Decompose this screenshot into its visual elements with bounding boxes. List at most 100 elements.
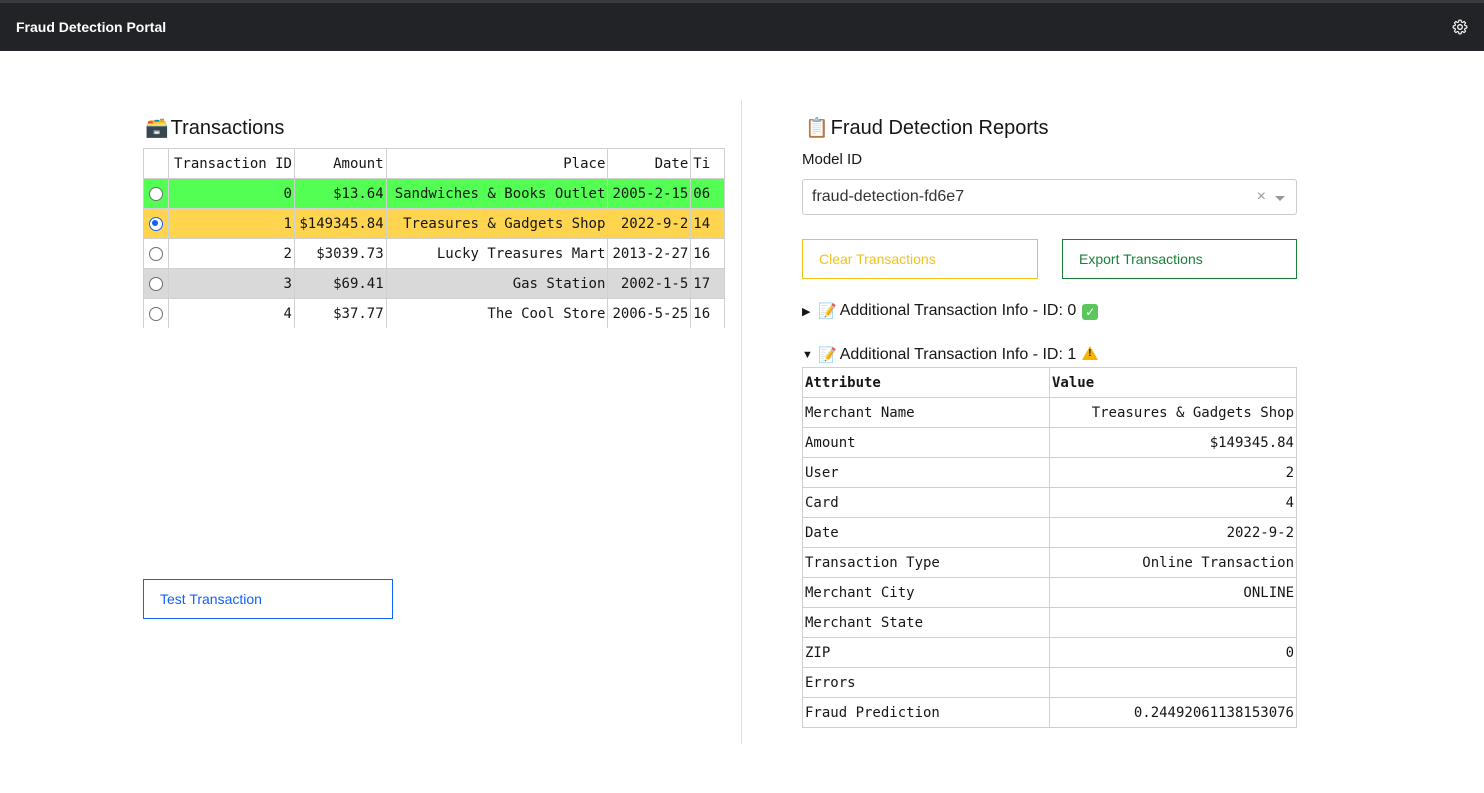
attribute-cell: Card [802, 487, 1050, 518]
cell-amount: $69.41 [293, 268, 387, 299]
row-radio[interactable] [143, 238, 169, 269]
cell-amount: $149345.84 [293, 208, 387, 239]
cell-time: 17 [690, 268, 725, 299]
details-label: Additional Transaction Info - ID: 0 [839, 302, 1077, 319]
table-row[interactable]: 2 $3039.73 Lucky Treasures Mart 2013-2-2… [143, 238, 725, 269]
clear-selection-icon[interactable]: × [1257, 188, 1266, 206]
cell-date: 2013-2-27 [607, 238, 692, 269]
row-radio[interactable] [143, 178, 169, 209]
attribute-cell: Merchant State [802, 607, 1050, 638]
column-header-place[interactable]: Place [385, 148, 609, 179]
top-bar: Fraud Detection Portal [0, 0, 1484, 51]
column-header-select [143, 148, 169, 179]
warning-icon: ! [1082, 346, 1099, 364]
cell-place: Gas Station [385, 268, 609, 299]
transactions-table: Transaction ID Amount Place Date Ti 0 $1… [143, 148, 725, 328]
card-file-box-icon: 🗃️ [145, 118, 169, 139]
cell-time: 06 [690, 178, 725, 209]
attribute-cell: Fraud Prediction [802, 697, 1050, 728]
cell-amount: $3039.73 [293, 238, 387, 269]
caret-right-icon[interactable]: ▶ [802, 305, 818, 318]
cell-id: 0 [167, 178, 295, 209]
attribute-cell: Merchant City [802, 577, 1050, 608]
row-radio[interactable] [143, 298, 169, 328]
cell-date: 2002-1-5 [607, 268, 692, 299]
table-row: Merchant Name Treasures & Gadgets Shop [802, 397, 1297, 428]
cell-place: Sandwiches & Books Outlet [385, 178, 609, 209]
attribute-cell: Merchant Name [802, 397, 1050, 428]
reports-title: Fraud Detection Reports [830, 116, 1049, 139]
cell-place: Lucky Treasures Mart [385, 238, 609, 269]
radio-unselected-icon[interactable] [148, 186, 163, 201]
cell-id: 4 [167, 298, 295, 328]
value-cell: ONLINE [1049, 577, 1297, 608]
value-cell: $149345.84 [1049, 427, 1297, 458]
table-row[interactable]: 3 $69.41 Gas Station 2002-1-5 17 [143, 268, 725, 299]
table-row: Merchant State [802, 607, 1297, 638]
cell-amount: $37.77 [293, 298, 387, 328]
attribute-cell: Errors [802, 667, 1050, 698]
table-header-row: Attribute Value [802, 367, 1297, 398]
cell-id: 2 [167, 238, 295, 269]
details-label: Additional Transaction Info - ID: 1 [839, 346, 1077, 363]
chevron-down-icon[interactable] [1275, 196, 1285, 201]
column-header-attribute: Attribute [802, 367, 1050, 398]
details-summary-id-0[interactable]: ▶ 📝 Additional Transaction Info - ID: 0 … [802, 302, 1099, 320]
value-cell: Online Transaction [1049, 547, 1297, 578]
attribute-cell: Amount [802, 427, 1050, 458]
memo-icon: 📝 [818, 347, 837, 364]
table-row[interactable]: 0 $13.64 Sandwiches & Books Outlet 2005-… [143, 178, 725, 209]
transactions-table-container[interactable]: Transaction ID Amount Place Date Ti 0 $1… [143, 148, 725, 328]
table-row: Errors [802, 667, 1297, 698]
clear-transactions-button[interactable]: Clear Transactions [802, 239, 1038, 279]
table-row[interactable]: 1 $149345.84 Treasures & Gadgets Shop 20… [143, 208, 725, 239]
table-row: Date 2022-9-2 [802, 517, 1297, 548]
panel-divider [741, 100, 742, 744]
cell-date: 2022-9-2 [607, 208, 692, 239]
value-cell: 4 [1049, 487, 1297, 518]
column-header-transaction-id[interactable]: Transaction ID [167, 148, 295, 179]
export-transactions-button[interactable]: Export Transactions [1062, 239, 1297, 279]
radio-unselected-icon[interactable] [148, 246, 163, 261]
table-row: Card 4 [802, 487, 1297, 518]
cell-place: The Cool Store [385, 298, 609, 328]
details-summary-id-1[interactable]: ▼ 📝 Additional Transaction Info - ID: 1 … [802, 346, 1099, 364]
row-radio[interactable] [143, 268, 169, 299]
cell-time: 16 [690, 298, 725, 328]
table-row: Amount $149345.84 [802, 427, 1297, 458]
column-header-time[interactable]: Ti [690, 148, 725, 179]
table-row[interactable]: 4 $37.77 The Cool Store 2006-5-25 16 [143, 298, 725, 328]
value-cell [1049, 667, 1297, 698]
cell-time: 14 [690, 208, 725, 239]
model-id-select[interactable]: fraud-detection-fd6e7 × [802, 179, 1297, 215]
radio-unselected-icon[interactable] [148, 306, 163, 321]
cell-id: 1 [167, 208, 295, 239]
attribute-cell: Transaction Type [802, 547, 1050, 578]
table-row: Fraud Prediction 0.24492061138153076 [802, 697, 1297, 728]
transactions-title: Transactions [170, 116, 285, 139]
model-id-label: Model ID [802, 151, 863, 168]
caret-down-icon[interactable]: ▼ [802, 349, 818, 361]
cell-place: Treasures & Gadgets Shop [385, 208, 609, 239]
table-row: ZIP 0 [802, 637, 1297, 668]
cell-amount: $13.64 [293, 178, 387, 209]
test-transaction-button[interactable]: Test Transaction [143, 579, 393, 619]
gear-icon[interactable] [1452, 19, 1468, 35]
radio-selected-icon[interactable] [148, 216, 163, 231]
column-header-value: Value [1049, 367, 1297, 398]
column-header-date[interactable]: Date [607, 148, 692, 179]
table-row: Merchant City ONLINE [802, 577, 1297, 608]
value-cell [1049, 607, 1297, 638]
table-row: User 2 [802, 457, 1297, 488]
value-cell: Treasures & Gadgets Shop [1049, 397, 1297, 428]
row-radio[interactable] [143, 208, 169, 239]
transactions-heading: 🗃️ Transactions [145, 116, 284, 140]
value-cell: 2 [1049, 457, 1297, 488]
radio-unselected-icon[interactable] [148, 276, 163, 291]
check-icon: ✓ [1082, 303, 1099, 320]
reports-heading: 📋 Fraud Detection Reports [805, 116, 1049, 140]
column-header-amount[interactable]: Amount [293, 148, 387, 179]
cell-time: 16 [690, 238, 725, 269]
clipboard-icon: 📋 [805, 118, 829, 139]
model-id-value: fraud-detection-fd6e7 [812, 188, 965, 205]
